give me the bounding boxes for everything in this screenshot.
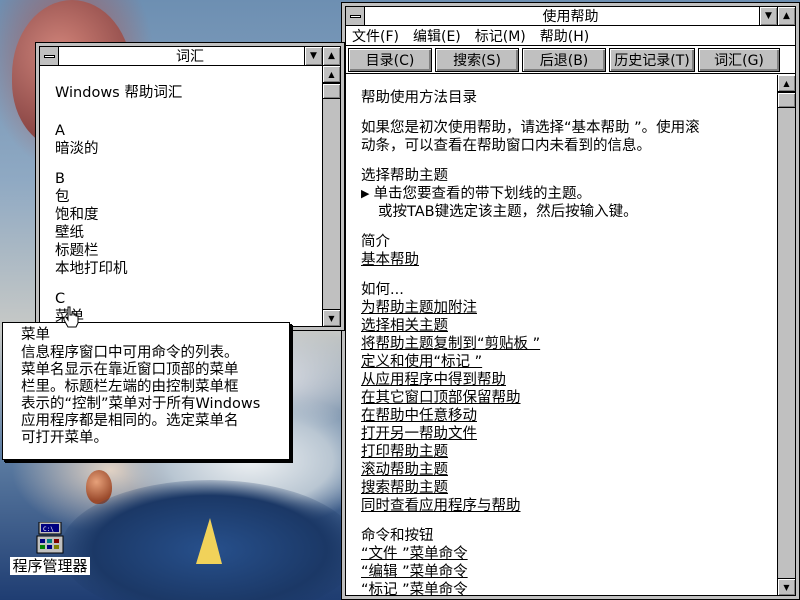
history-button[interactable]: 历史记录(T) <box>609 47 695 72</box>
glossary-titlebar[interactable]: 词汇 ▼ ▲ <box>40 47 340 66</box>
howto-link[interactable]: 选择相关主题 <box>361 317 777 335</box>
glossary-button[interactable]: 词汇(G) <box>698 47 780 72</box>
search-button[interactable]: 搜索(S) <box>435 47 519 72</box>
command-link[interactable]: “标记 ”菜单命令 <box>361 581 777 595</box>
howto-link[interactable]: 在其它窗口顶部保留帮助 <box>361 389 777 407</box>
popup-title: 菜单 <box>21 327 50 343</box>
intro-text-line: 如果您是初次使用帮助，请选择“基本帮助 ”。使用滚 <box>361 120 700 136</box>
scroll-thumb[interactable] <box>323 83 340 99</box>
program-manager-label: 程序管理器 <box>10 557 90 575</box>
popup-line: 栏里。标题栏左端的由控制菜单框 <box>21 379 239 395</box>
maximize-arrow-icon[interactable]: ▲ <box>777 7 795 25</box>
help-vertical-scrollbar[interactable]: ▲ ▼ <box>777 75 795 595</box>
commands-title: 命令和按钮 <box>361 528 434 544</box>
minimize-arrow-icon[interactable]: ▼ <box>304 47 322 65</box>
glossary-window-title: 词汇 <box>176 49 204 65</box>
sailboard-decoration <box>196 518 222 564</box>
help-heading: 帮助使用方法目录 <box>361 90 477 106</box>
hand-pointer-icon <box>63 306 79 328</box>
help-titlebar[interactable]: 使用帮助 ▼ ▲ <box>346 7 795 26</box>
popup-line: 应用程序都是相同的。选定菜单名 <box>21 413 239 429</box>
intro-text-line: 动条，可以查看在帮助窗口内未看到的信息。 <box>361 138 651 154</box>
help-window[interactable]: 使用帮助 ▼ ▲ 文件(F) 编辑(E) 标记(M) 帮助(H) 目录(C) 搜… <box>341 2 800 600</box>
glossary-term[interactable]: 饱和度 <box>55 206 322 224</box>
howto-link[interactable]: 定义和使用“标记 ” <box>361 353 777 371</box>
select-topic-instruction: ▶ 单击您要查看的带下划线的主题。 <box>361 185 777 203</box>
glossary-letter: C <box>55 291 66 307</box>
glossary-vertical-scrollbar[interactable]: ▲ ▼ <box>322 66 340 326</box>
howto-link[interactable]: 从应用程序中得到帮助 <box>361 371 777 389</box>
glossary-term[interactable]: 本地打印机 <box>55 260 322 278</box>
howto-link[interactable]: 在帮助中任意移动 <box>361 407 777 425</box>
svg-text:C:\: C:\ <box>43 526 54 533</box>
help-button-bar: 目录(C) 搜索(S) 后退(B) 历史记录(T) 词汇(G) <box>346 46 795 74</box>
select-topic-title: 选择帮助主题 <box>361 168 448 184</box>
help-window-title: 使用帮助 <box>542 9 599 25</box>
glossary-term[interactable]: 标题栏 <box>55 242 322 260</box>
scroll-down-arrow-icon[interactable]: ▼ <box>778 578 795 595</box>
scroll-thumb[interactable] <box>778 92 795 108</box>
command-link[interactable]: “编辑 ”菜单命令 <box>361 563 777 581</box>
contents-button[interactable]: 目录(C) <box>348 47 432 72</box>
program-manager-icon: C:\ <box>35 521 65 554</box>
back-button[interactable]: 后退(B) <box>522 47 606 72</box>
command-link[interactable]: “文件 ”菜单命令 <box>361 545 777 563</box>
menu-bookmark[interactable]: 标记(M) <box>475 26 526 46</box>
glossary-term[interactable]: 壁纸 <box>55 224 322 242</box>
glossary-term[interactable]: 暗淡的 <box>55 140 322 158</box>
howto-link[interactable]: 将帮助主题复制到“剪贴板 ” <box>361 335 777 353</box>
howto-link[interactable]: 滚动帮助主题 <box>361 461 777 479</box>
select-topic-line: 或按TAB键选定该主题，然后按输入键。 <box>378 204 638 220</box>
scroll-down-arrow-icon[interactable]: ▼ <box>323 309 340 326</box>
popup-line: 信息程序窗口中可用命令的列表。 <box>21 345 239 361</box>
howto-title: 如何... <box>361 282 404 298</box>
program-manager-desktop-icon[interactable]: C:\ 程序管理器 <box>4 521 96 580</box>
glossary-letter: B <box>55 171 65 187</box>
glossary-heading: Windows 帮助词汇 <box>55 85 183 101</box>
popup-line: 可打开菜单。 <box>21 430 108 446</box>
glossary-window[interactable]: 词汇 ▼ ▲ Windows 帮助词汇 A 暗淡的 B 包 饱和度 壁纸 标题栏… <box>35 42 345 331</box>
howto-link[interactable]: 为帮助主题加附注 <box>361 299 777 317</box>
maximize-arrow-icon[interactable]: ▲ <box>322 47 340 65</box>
triangle-bullet-icon: ▶ <box>361 187 370 200</box>
help-content: 帮助使用方法目录 如果您是初次使用帮助，请选择“基本帮助 ”。使用滚 动条，可以… <box>346 75 777 595</box>
minimize-arrow-icon[interactable]: ▼ <box>759 7 777 25</box>
popup-line: 表示的“控制”菜单对于所有Windows <box>21 396 261 412</box>
menu-file[interactable]: 文件(F) <box>352 26 399 46</box>
howto-link[interactable]: 同时查看应用程序与帮助 <box>361 497 777 515</box>
glossary-term[interactable]: 包 <box>55 188 322 206</box>
popup-line: 菜单名显示在靠近窗口顶部的菜单 <box>21 362 239 378</box>
howto-link[interactable]: 打印帮助主题 <box>361 443 777 461</box>
menu-help[interactable]: 帮助(H) <box>540 26 589 46</box>
menu-edit[interactable]: 编辑(E) <box>413 26 461 46</box>
glossary-content: Windows 帮助词汇 A 暗淡的 B 包 饱和度 壁纸 标题栏 本地打印机 … <box>40 66 322 326</box>
howto-link[interactable]: 搜索帮助主题 <box>361 479 777 497</box>
system-menu-icon[interactable] <box>346 7 365 25</box>
select-topic-line: 单击您要查看的带下划线的主题。 <box>373 186 591 202</box>
definition-popup[interactable]: 菜单 信息程序窗口中可用命令的列表。 菜单名显示在靠近窗口顶部的菜单 栏里。标题… <box>2 322 290 460</box>
basic-help-link[interactable]: 基本帮助 <box>361 251 777 269</box>
scroll-up-arrow-icon[interactable]: ▲ <box>323 66 340 83</box>
help-menubar: 文件(F) 编辑(E) 标记(M) 帮助(H) <box>346 26 795 46</box>
system-menu-icon[interactable] <box>40 47 59 65</box>
glossary-letter: A <box>55 123 65 139</box>
howto-link[interactable]: 打开另一帮助文件 <box>361 425 777 443</box>
scroll-up-arrow-icon[interactable]: ▲ <box>778 75 795 92</box>
intro-section-title: 简介 <box>361 234 390 250</box>
